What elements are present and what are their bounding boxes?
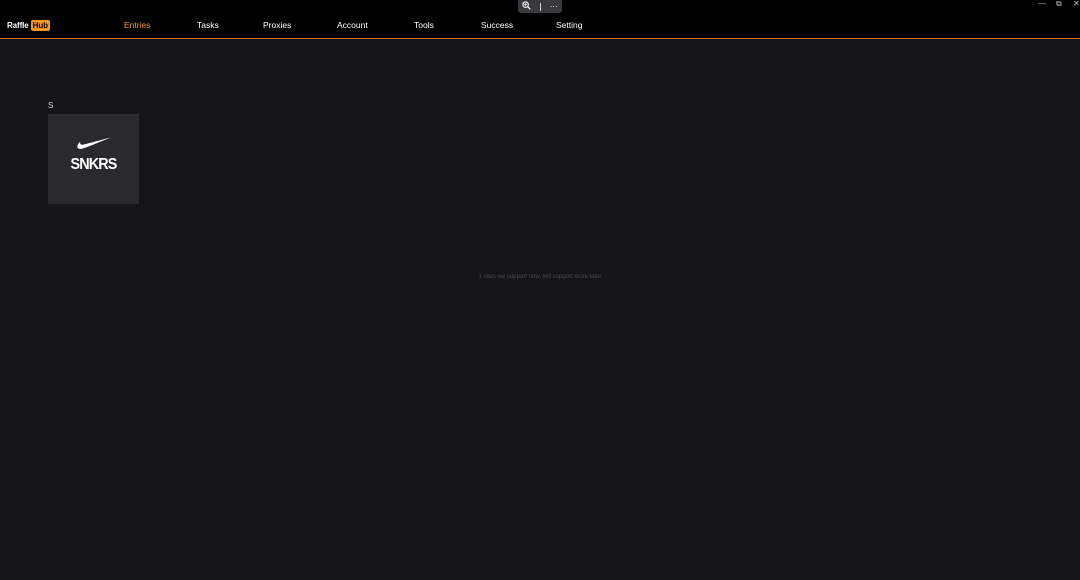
tab-tasks[interactable]: Tasks <box>197 20 219 30</box>
site-card-snkrs[interactable]: SNKRS <box>48 114 139 204</box>
tab-account[interactable]: Account <box>337 20 368 30</box>
app-window: Raffle Hub Entries Tasks Proxies Account… <box>0 0 1080 580</box>
supported-sites-hint: 1 sites we support now, will support mor… <box>478 274 602 280</box>
close-button[interactable]: ✕ <box>1073 0 1080 9</box>
zoom-in-icon[interactable] <box>522 1 532 12</box>
top-navigation-bar: Raffle Hub Entries Tasks Proxies Account… <box>0 0 1080 39</box>
logo-text-hub: Hub <box>30 20 50 31</box>
app-logo: Raffle Hub <box>7 20 50 31</box>
site-card-label: SNKRS <box>70 156 118 173</box>
more-options-icon[interactable]: ··· <box>550 2 558 11</box>
tab-tools[interactable]: Tools <box>414 20 434 30</box>
tab-success[interactable]: Success <box>481 20 513 30</box>
tab-proxies[interactable]: Proxies <box>263 20 291 30</box>
restore-button[interactable]: ⧉ <box>1056 0 1062 9</box>
tab-entries[interactable]: Entries <box>124 20 150 30</box>
tab-setting[interactable]: Setting <box>556 20 582 30</box>
zoom-toolbar: ··· <box>518 0 562 13</box>
minimize-button[interactable]: — <box>1038 0 1046 9</box>
toolbar-divider <box>539 2 541 11</box>
logo-text-raffle: Raffle <box>7 21 29 30</box>
section-heading-letter: S <box>48 101 54 110</box>
nike-swoosh-icon <box>77 137 111 149</box>
